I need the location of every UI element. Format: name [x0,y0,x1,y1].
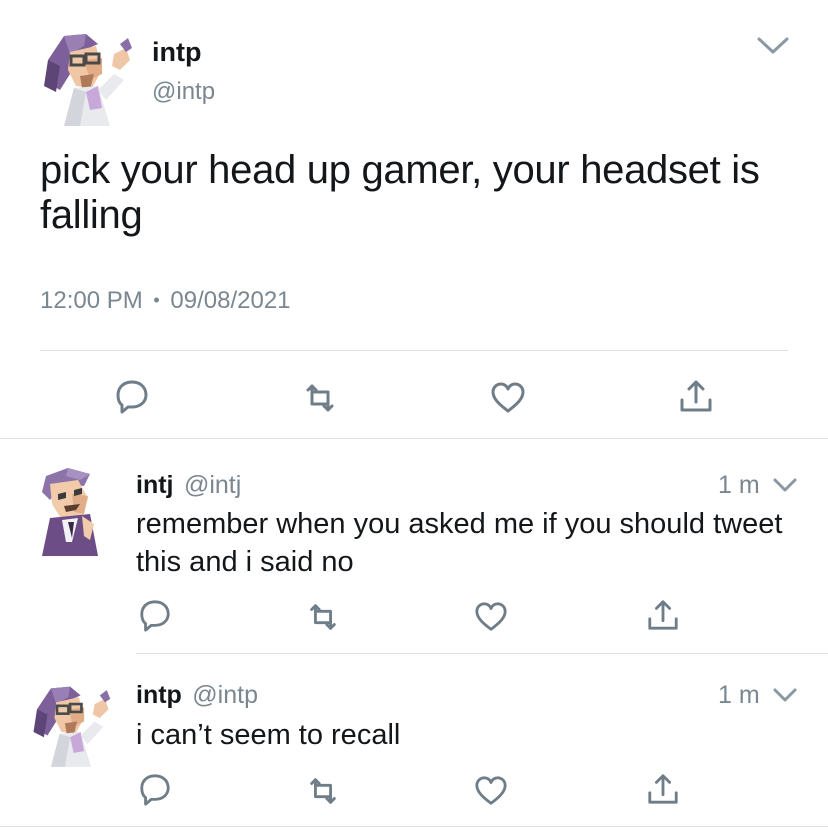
share-icon[interactable] [646,598,680,632]
share-icon[interactable] [646,772,680,806]
reply-handle[interactable]: @intj [184,471,241,499]
reply-header: intp @intp [136,680,258,710]
divider [136,653,828,654]
reply-icon[interactable] [138,598,172,632]
like-icon[interactable] [474,600,508,634]
retweet-icon[interactable] [306,774,340,808]
author-handle[interactable]: @intp [152,78,215,106]
reply-time: 1 m [718,681,760,709]
reply-icon[interactable] [138,772,172,806]
divider [40,350,788,351]
divider [0,438,828,439]
author-display-name[interactable]: intp [152,36,201,68]
reply-text: remember when you asked me if you should… [136,508,783,578]
tweet-text: pick your head up gamer, your headset is… [40,148,760,237]
reply-time: 1 m [718,471,760,499]
reply-header: intj @intj [136,470,241,500]
reply-icon[interactable] [114,378,150,414]
share-icon[interactable] [678,378,714,414]
meta-separator: • [153,290,160,310]
intp-avatar-icon[interactable] [30,680,112,770]
like-icon[interactable] [474,774,508,808]
reply-text: i can’t seem to recall [136,719,401,751]
retweet-icon[interactable] [306,600,340,634]
like-icon[interactable] [490,380,526,416]
divider [0,826,828,827]
tweet-date: 09/08/2021 [170,287,291,314]
chevron-down-icon[interactable] [772,687,798,703]
tweet-time: 12:00 PM [40,287,143,314]
intp-avatar-icon[interactable] [40,30,134,126]
chevron-down-icon[interactable] [756,36,790,56]
chevron-down-icon[interactable] [772,477,798,493]
retweet-icon[interactable] [302,380,338,416]
reply-display-name[interactable]: intp [136,681,182,709]
intj-avatar-icon[interactable] [32,466,114,556]
reply-display-name[interactable]: intj [136,471,174,499]
tweet-timestamp: 12:00 PM • 09/08/2021 [40,286,291,317]
reply-handle[interactable]: @intp [192,681,258,709]
